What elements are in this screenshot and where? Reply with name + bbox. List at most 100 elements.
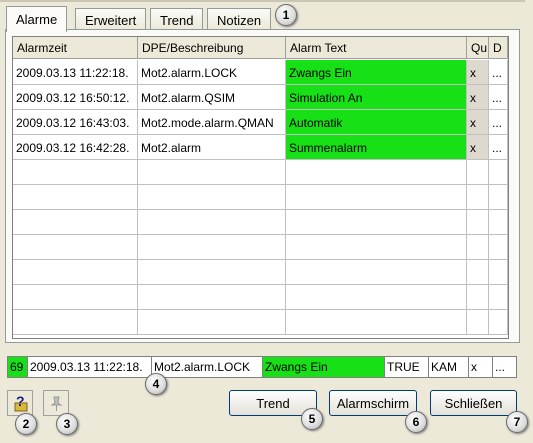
table-cell-time [13,210,138,235]
status-qu: x [469,357,493,377]
table-cell-d [489,285,508,310]
table-cell-dpe: Mot2.alarm [138,135,286,160]
table-cell-text [286,285,467,310]
table-cell-text: Summenalarm [286,135,467,160]
status-alarm-text: Zwangs Ein [263,357,385,377]
table-cell-dpe [138,210,286,235]
table-cell-dpe [138,235,286,260]
table-row[interactable]: 2009.03.12 16:42:28. Mot2.alarm Summenalar… [13,135,508,160]
table-cell-qu [467,285,489,310]
tab-alarme[interactable]: Alarme [6,6,68,32]
column-header-d[interactable]: D [489,37,508,59]
table-cell-time: 2009.03.12 16:42:28. [13,135,138,160]
column-header-alarmzeit[interactable]: Alarmzeit [13,37,138,59]
table-cell-time [13,310,138,335]
table-row[interactable]: 2009.03.13 11:22:18. Mot2.alarm.LOCK Zwang… [13,60,508,85]
alarmschirm-button[interactable]: Alarmschirm [329,390,417,416]
table-cell-d: ... [489,60,508,85]
tab-notizen[interactable]: Notizen [207,8,272,30]
svg-text:?: ? [16,393,25,409]
table-cell-text [286,235,467,260]
table-cell-d [489,185,508,210]
table-cell-time [13,235,138,260]
status-state: KAM [429,357,469,377]
table-cell-time [13,160,138,185]
help-question-icon: ? [14,393,28,412]
column-header-dpe[interactable]: DPE/Beschreibung [138,37,286,59]
callout-4: 4 [145,373,167,395]
status-d[interactable]: ... [493,357,516,377]
table-cell-text: Zwangs Ein [286,60,467,85]
table-cell-qu: x [467,85,489,110]
table-row[interactable] [13,285,508,310]
callout-3: 3 [56,413,78,435]
table-cell-qu [467,185,489,210]
table-row[interactable]: 2009.03.12 16:43:03. Mot2.mode.alarm.QMAN… [13,110,508,135]
callout-6: 6 [405,411,427,433]
table-row[interactable] [13,260,508,285]
table-cell-d [489,160,508,185]
table-cell-d: ... [489,110,508,135]
table-row[interactable] [13,185,508,210]
table-cell-qu [467,210,489,235]
table-cell-d: ... [489,85,508,110]
table-cell-dpe [138,310,286,335]
table-row[interactable] [13,160,508,185]
help-button[interactable]: ? [7,390,33,416]
table-cell-dpe [138,185,286,210]
alarm-table[interactable]: Alarmzeit DPE/Beschreibung Alarm Text Qu… [12,36,509,339]
table-cell-qu: x [467,60,489,85]
callout-2: 2 [15,413,37,435]
table-cell-time: 2009.03.13 11:22:18. [13,60,138,85]
table-cell-text [286,160,467,185]
table-cell-text [286,310,467,335]
table-cell-qu: x [467,135,489,160]
table-row[interactable] [13,235,508,260]
table-cell-d [489,260,508,285]
table-cell-time [13,285,138,310]
callout-1: 1 [275,4,297,26]
table-cell-qu [467,160,489,185]
table-cell-dpe: Mot2.alarm.QSIM [138,85,286,110]
status-value: TRUE [385,357,429,377]
column-header-alarm-text[interactable]: Alarm Text [286,37,467,59]
table-cell-time [13,185,138,210]
table-cell-time: 2009.03.12 16:50:12. [13,85,138,110]
table-cell-dpe [138,260,286,285]
table-cell-text: Automatik [286,110,467,135]
tab-erweitert[interactable]: Erweitert [75,8,147,30]
column-header-qu[interactable]: Qu [467,37,489,59]
current-alarm-line: 69 2009.03.13 11:22:18. Mot2.alarm.LOCK … [7,356,517,378]
table-cell-dpe [138,160,286,185]
table-cell-qu [467,310,489,335]
status-dpe: Mot2.alarm.LOCK [152,357,263,377]
table-cell-d [489,235,508,260]
table-cell-time: 2009.03.12 16:43:03. [13,110,138,135]
table-cell-qu [467,235,489,260]
table-cell-dpe: Mot2.mode.alarm.QMAN [138,110,286,135]
table-cell-text [286,260,467,285]
tab-trend[interactable]: Trend [150,8,204,30]
table-cell-text: Simulation An [286,85,467,110]
top-divider [0,0,525,2]
schliessen-button[interactable]: Schließen [430,390,517,416]
table-cell-text [286,185,467,210]
table-cell-d [489,210,508,235]
table-row[interactable]: 2009.03.12 16:50:12. Mot2.alarm.QSIM Simul… [13,85,508,110]
table-cell-time [13,260,138,285]
alarm-dialog: Alarme Erweitert Trend Notizen Alarmzeit… [0,0,533,443]
table-cell-dpe [138,285,286,310]
status-time: 2009.03.13 11:22:18. [28,357,152,377]
table-cell-dpe: Mot2.alarm.LOCK [138,60,286,85]
callout-5: 5 [301,408,323,430]
table-cell-d [489,310,508,335]
table-cell-qu [467,260,489,285]
callout-7: 7 [506,411,528,433]
table-cell-qu: x [467,110,489,135]
table-cell-d: ... [489,135,508,160]
table-row[interactable] [13,210,508,235]
table-cell-text [286,210,467,235]
table-row[interactable] [13,310,508,335]
pin-icon [50,396,63,411]
status-priority: 69 [8,357,28,377]
